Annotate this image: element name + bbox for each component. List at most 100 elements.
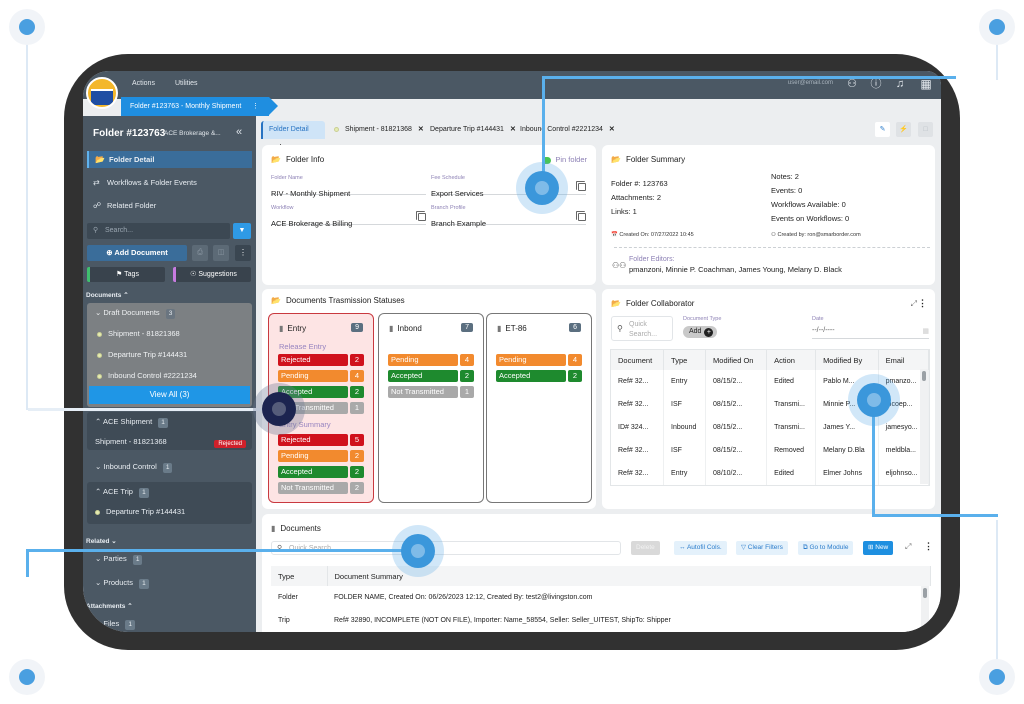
autofit-columns-button[interactable]: ↔ Autofil Cols.	[674, 541, 727, 555]
collaborator-row[interactable]: Ref# 32... Entry 08/10/2... Edited Elmer Joh…	[611, 462, 930, 485]
status-pill-pending[interactable]: Pending	[496, 354, 566, 366]
status-pill-pending[interactable]: Pending	[278, 450, 348, 462]
files-toggle[interactable]: ⌄ Files 1	[95, 619, 135, 630]
status-pill-rejected[interactable]: Rejected	[278, 354, 348, 366]
products-toggle[interactable]: ⌄ Products 1	[95, 578, 149, 589]
collaborator-column-header[interactable]: Type	[663, 350, 707, 370]
new-document-button[interactable]: ⊞ New	[863, 541, 894, 555]
draft-documents-toggle[interactable]: ⌄ Draft Documents 3	[95, 308, 176, 319]
documents-search-input[interactable]: ⚲Quick Search	[271, 541, 621, 555]
collaborator-search-input[interactable]: ⚲ Quick Search...	[611, 316, 673, 341]
status-pill-accepted[interactable]: Accepted	[278, 466, 348, 478]
branch-profile-field[interactable]: Branch Profile Branch Example	[431, 205, 586, 228]
flash-button[interactable]: ⚡	[896, 122, 911, 137]
workflow-field[interactable]: Workflow ACE Brokerage & Billing	[271, 205, 426, 228]
documents-section-toggle[interactable]: Documents ⌃	[86, 291, 129, 299]
tab-folder-detail[interactable]: Folder Detail ⋮	[261, 121, 325, 151]
status-pill-not-transmitted[interactable]: Not Transmitted	[388, 386, 458, 398]
copy-icon[interactable]	[576, 181, 586, 191]
created-on: 📅 Created On: 07/27/2022 10:45	[611, 232, 694, 238]
hotspot-marker[interactable]	[392, 525, 444, 577]
attachments-section-toggle[interactable]: Attachments ⌃	[86, 602, 133, 610]
tags-button[interactable]: ⚑ Tags	[87, 267, 165, 282]
trash-button[interactable]: ◫	[213, 245, 229, 261]
status-box-inbond[interactable]: ▮ Inbond 7 Pending 4 Accepted 2 Not Transmi…	[378, 313, 484, 503]
help-icon[interactable]: ⓘ	[869, 77, 883, 91]
documents-row[interactable]: Folder FOLDER NAME, Created On: 06/26/202…	[271, 586, 931, 609]
parties-toggle[interactable]: ⌄ Parties 1	[95, 554, 143, 565]
collaborator-scrollbar[interactable]	[920, 369, 928, 484]
draft-item[interactable]: Shipment - 81821368	[97, 329, 180, 338]
collapse-sidebar-icon[interactable]: «	[236, 126, 242, 138]
ace-trip-item[interactable]: Departure Trip #144431	[95, 507, 185, 516]
collaborator-column-header[interactable]: Email	[878, 350, 930, 370]
hotspot-marker[interactable]	[516, 162, 568, 214]
filter-button[interactable]: ▼	[233, 223, 251, 239]
copy-icon[interactable]	[576, 211, 586, 221]
expand-icon[interactable]: ⤢	[911, 299, 917, 309]
kebab-icon[interactable]: ⋮	[918, 298, 927, 309]
view-all-button[interactable]: View All (3)	[89, 386, 250, 404]
documents-column-header[interactable]: Type	[271, 566, 328, 586]
hotspot-marker[interactable]	[848, 374, 900, 426]
ace-shipment-item[interactable]: Shipment - 81821368	[95, 437, 167, 446]
clear-filters-button[interactable]: ▽ Clear Filters	[736, 541, 788, 555]
documents-row[interactable]: Trip Ref# 32890, INCOMPLETE (NOT ON FILE)…	[271, 609, 931, 632]
tab-inbound-control[interactable]: Inbound Control #2221234 ✕	[514, 121, 615, 139]
collaborator-column-header[interactable]: Modified By	[815, 350, 879, 370]
sidebar-search-input[interactable]: ⚲ Search...	[87, 223, 230, 239]
go-to-module-button[interactable]: ⧉ Go to Module	[798, 541, 854, 555]
status-pill-pending[interactable]: Pending	[388, 354, 458, 366]
sidebar-item-workflows[interactable]: ⇄ Workflows & Folder Events	[87, 174, 252, 191]
app-logo[interactable]	[86, 77, 118, 109]
menu-actions[interactable]: Actions	[132, 80, 155, 87]
status-pill-not-transmitted[interactable]: Not Transmitted	[278, 482, 348, 494]
tab-departure-trip[interactable]: Departure Trip #144431 ✕	[424, 121, 516, 139]
breadcrumb[interactable]: Folder #123763 - Monthly Shipment ⋮	[121, 97, 278, 116]
related-section-toggle[interactable]: Related ⌄	[86, 537, 117, 545]
folder-name-field[interactable]: Folder Name RIV - Monthly Shipment	[271, 175, 426, 198]
kebab-icon[interactable]: ⋮	[924, 541, 933, 552]
status-pill-accepted[interactable]: Accepted	[496, 370, 566, 382]
scroll-thumb[interactable]	[923, 588, 927, 598]
status-box-et86[interactable]: ▮ ET-86 6 Pending 4 Accepted 2	[486, 313, 592, 503]
close-icon[interactable]: ✕	[418, 126, 424, 133]
close-icon[interactable]: ✕	[609, 126, 615, 133]
expand-icon[interactable]: ⤢	[905, 542, 911, 552]
date-input[interactable]: --/--/---- ▦	[812, 327, 929, 339]
bell-icon[interactable]: ♫	[893, 77, 907, 91]
sidebar-item-related-folder[interactable]: ☍ Related Folder	[87, 197, 252, 214]
delete-button[interactable]: Delete	[631, 541, 660, 555]
documents-scrollbar[interactable]	[921, 586, 929, 632]
collaborator-column-header[interactable]: Modified On	[705, 350, 768, 370]
draft-item[interactable]: Departure Trip #144431	[97, 350, 187, 359]
copy-icon[interactable]	[416, 211, 426, 221]
collaborator-column-header[interactable]: Action	[766, 350, 817, 370]
scroll-thumb[interactable]	[922, 371, 926, 381]
ace-shipment-toggle[interactable]: ⌃ ACE Shipment 1	[95, 417, 168, 428]
kebab-icon[interactable]: ⋮	[252, 97, 259, 116]
tab-shipment[interactable]: Shipment - 81821368 ✕	[328, 121, 424, 139]
status-pill-accepted[interactable]: Accepted	[388, 370, 458, 382]
print-button[interactable]: ⎙	[192, 245, 208, 261]
add-document-type-chip[interactable]: Add +	[683, 326, 718, 338]
sidebar-item-folder-detail[interactable]: 📂 Folder Detail	[87, 151, 252, 168]
ace-trip-toggle[interactable]: ⌃ ACE Trip 1	[95, 487, 149, 498]
inbound-control-toggle[interactable]: ⌄ Inbound Control 1	[95, 462, 173, 473]
notes-button[interactable]: ✎	[875, 122, 890, 137]
menu-utilities[interactable]: Utilities	[175, 80, 198, 87]
apps-grid-icon[interactable]: ▦	[919, 77, 933, 91]
suggestions-button[interactable]: ☉ Suggestions	[173, 267, 251, 282]
status-count: 4	[350, 370, 364, 382]
user-icon[interactable]: ⚇	[845, 77, 859, 91]
collaborator-row[interactable]: Ref# 32... ISF 08/15/2... Removed Melany D.B…	[611, 439, 930, 462]
status-pill-rejected[interactable]: Rejected	[278, 434, 348, 446]
calendar-icon[interactable]: ▦	[922, 327, 929, 335]
add-document-button[interactable]: ⊕ Add Document	[87, 245, 187, 261]
collaborator-column-header[interactable]: Document	[611, 350, 665, 370]
draft-item[interactable]: Inbound Control #2221234	[97, 371, 197, 380]
more-button[interactable]: ⋮	[235, 245, 251, 261]
hotspot-marker[interactable]	[253, 383, 305, 435]
file-button[interactable]: □	[918, 122, 933, 137]
status-pill-pending[interactable]: Pending	[278, 370, 348, 382]
